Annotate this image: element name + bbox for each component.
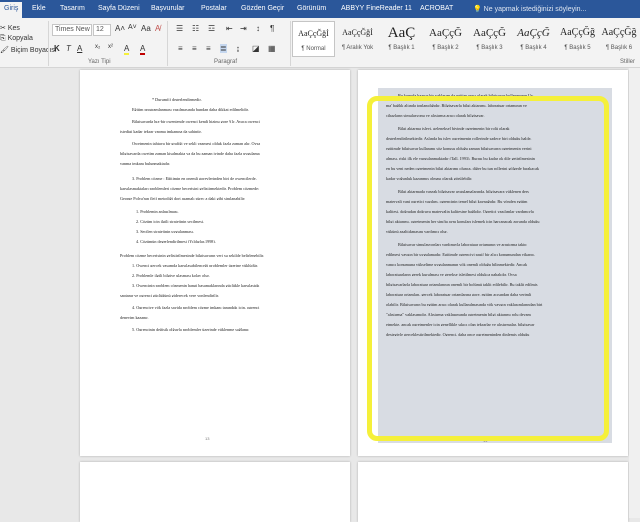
cut-button[interactable]: ✂ Kes	[0, 24, 20, 32]
shrink-font-icon[interactable]: A˅	[128, 24, 137, 31]
page-number: 13	[205, 436, 210, 441]
style-heading-2[interactable]: AaÇçĞ ¶ Başlık 2	[424, 21, 467, 57]
lightbulb-icon: 💡	[473, 6, 482, 13]
text-line: karşılaşmaktaları problemleri çözme bece…	[120, 187, 260, 190]
scissors-icon: ✂	[0, 25, 6, 32]
ribbon-tab-bar: Giriş Ekle Tasarım Sayfa Düzeni Başvurul…	[0, 0, 640, 18]
multilevel-list-icon[interactable]: ☲	[208, 24, 215, 33]
borders-icon[interactable]: ▦	[268, 44, 276, 53]
shading-icon[interactable]: ◪	[252, 44, 260, 53]
style-heading-3[interactable]: AaÇçĞ ¶ Başlık 3	[468, 21, 511, 57]
numbering-icon[interactable]: ☷	[192, 24, 199, 33]
text-line: 2. Çözüm için ilgili stratejinin seçilme…	[136, 220, 205, 223]
copy-button[interactable]: ⎘ Kopyala	[0, 35, 33, 43]
italic-button[interactable]: T	[66, 44, 71, 53]
style-no-spacing[interactable]: AaÇçĞğİ ¶ Aralık Yok	[336, 21, 379, 57]
text-line: 2. Problemle ilgili bilgiye ulaşması kol…	[132, 274, 210, 277]
sort-icon[interactable]: ↕	[256, 24, 260, 33]
text-line: istedigi kadar tekrar yapma imkanına da …	[120, 130, 202, 133]
style-heading-5[interactable]: AaÇçĞğ ¶ Başlık 5	[556, 21, 599, 57]
tell-me-text: Ne yapmak istediğinizi söyleyin...	[483, 6, 587, 13]
text-line: 1. Problemin anlaşılması.	[136, 210, 179, 213]
paragraph-group-label: Paragraf	[214, 59, 238, 65]
font-group-label: Yazı Tipi	[88, 59, 111, 65]
text-line: 3. Owencinin problem çözmenin hangi basa…	[132, 284, 260, 287]
tell-me-box[interactable]: 💡 Ne yapmak istediğinizi söyleyin...	[473, 5, 586, 13]
increase-indent-icon[interactable]: ⇥	[240, 24, 247, 33]
text-line: 1. Owenci gerçek yaşamda karşılaşabilenc…	[132, 264, 258, 267]
text-line: Problem çözme becerisinin geliştirilmesi…	[120, 254, 265, 257]
superscript-button[interactable]: x²	[108, 44, 113, 50]
text-line: Eğitim programlanması yazılmasında bunda…	[132, 108, 249, 111]
tab-home[interactable]: Giriş	[0, 2, 23, 18]
line-spacing-icon[interactable]: ↨	[236, 44, 240, 53]
ribbon-home: ✂ Kes ⎘ Kopyala 🖌 Biçim Boyacısı Times N…	[0, 18, 640, 68]
tab-page-layout[interactable]: Sayfa Düzeni	[98, 5, 140, 12]
subscript-button[interactable]: x₂	[95, 44, 100, 50]
font-size-combo[interactable]: 12	[93, 24, 111, 36]
style-heading-1[interactable]: AaÇ ¶ Başlık 1	[380, 21, 423, 57]
text-line: saptanır ve ogrenci güçlüğünü giderecek …	[120, 294, 219, 297]
text-line: bilgisayarda owetim zaman kisalmakta ya …	[120, 152, 260, 155]
text-line: yapma imkanı bulunmaktadır.	[120, 162, 171, 165]
tab-design[interactable]: Tasarım	[60, 5, 85, 12]
text-line: 3. Seçilen stratejinin uygulanması.	[136, 230, 194, 233]
text-line: 4. Ogrenciye yök fazla sayida problem çö…	[132, 306, 260, 309]
align-left-icon[interactable]: ≡	[178, 44, 183, 53]
text-line: Bilgisayarda hız-bir owentende owenci ke…	[132, 120, 260, 123]
copy-icon: ⎘	[0, 35, 6, 42]
grow-font-icon[interactable]: A˄	[115, 24, 125, 33]
text-line: Owetmenin tahtaya bir grafiği ve şekli y…	[132, 142, 261, 145]
tab-insert[interactable]: Ekle	[32, 5, 46, 12]
yellow-annotation-outline	[367, 96, 609, 441]
align-center-icon[interactable]: ≡	[192, 44, 197, 53]
decrease-indent-icon[interactable]: ⇤	[226, 24, 233, 33]
tab-abbyy-finereader[interactable]: ABBYY FineReader 11	[341, 5, 412, 12]
group-divider	[48, 21, 49, 66]
group-divider	[167, 21, 168, 66]
page-right-next[interactable]	[358, 462, 628, 522]
tab-review[interactable]: Gözden Geçir	[241, 5, 284, 12]
text-line: 5. Ogrencinin değişik olğuyla problemler…	[132, 328, 250, 331]
align-right-icon[interactable]: ≡	[206, 44, 211, 53]
style-normal[interactable]: AaÇçĞğİ ¶ Normal	[292, 21, 335, 57]
bold-button[interactable]: K	[54, 44, 60, 53]
text-line: 4. Çözümün degerlendirilmesi (Yıldızlar,…	[136, 240, 216, 243]
text-line: George Polya'nın (lei) metodiği dort aşa…	[120, 197, 246, 200]
change-case-icon[interactable]: Aa	[141, 24, 151, 33]
page-left-next[interactable]	[80, 462, 350, 522]
vertical-scrollbar[interactable]	[629, 68, 640, 518]
text-line: * Durum(i) degerlendirmedir.	[152, 98, 202, 101]
tab-references[interactable]: Başvurular	[151, 5, 184, 12]
font-color-button[interactable]: A	[140, 44, 146, 55]
tab-view[interactable]: Görünüm	[297, 5, 326, 12]
text-line: 3. Problem çözme : Eğitimin en onemli go…	[132, 177, 257, 180]
text-line: deneyim kazanır.	[120, 316, 149, 319]
style-heading-4[interactable]: AaÇçĞ ¶ Başlık 4	[512, 21, 555, 57]
tab-mailings[interactable]: Postalar	[201, 5, 227, 12]
styles-group-label: Stiller	[620, 59, 636, 65]
pilcrow-icon[interactable]: ¶	[270, 24, 274, 33]
group-divider	[290, 21, 291, 66]
clear-formatting-icon[interactable]: A̸	[155, 24, 160, 33]
underline-button[interactable]: A	[77, 44, 82, 53]
tab-acrobat[interactable]: ACROBAT	[420, 5, 453, 12]
page-left[interactable]: * Durum(i) degerlendirmedir. Eğitim progr…	[80, 70, 350, 456]
highlight-color-button[interactable]: A	[124, 44, 130, 55]
justify-icon[interactable]: ≣	[220, 44, 227, 53]
style-heading-6[interactable]: AaÇçĞğ ¶ Başlık 6	[598, 21, 640, 57]
bullets-icon[interactable]: ☰	[176, 24, 183, 33]
paintbrush-icon: 🖌	[0, 47, 9, 54]
font-name-combo[interactable]: Times New R	[52, 24, 92, 36]
